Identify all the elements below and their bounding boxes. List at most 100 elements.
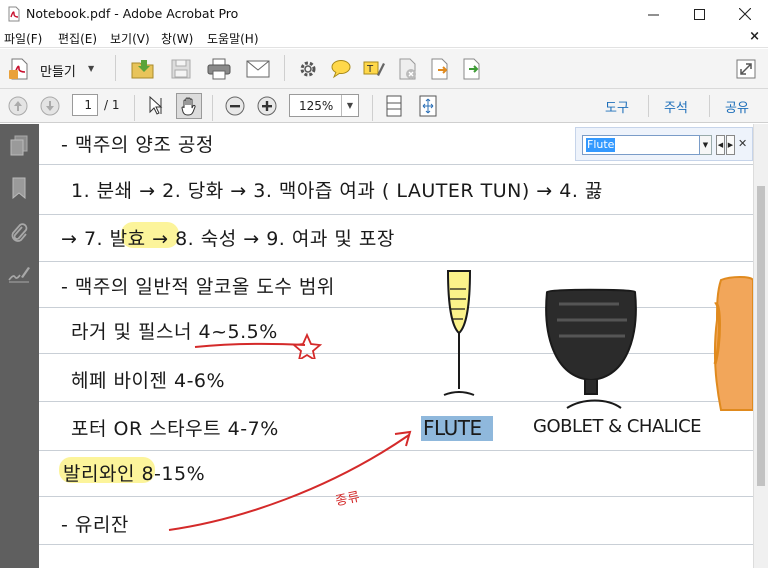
page-remove-icon bbox=[399, 58, 416, 80]
close-icon bbox=[739, 8, 751, 20]
signature-pen-icon bbox=[8, 267, 30, 283]
notebook-rule bbox=[39, 544, 753, 545]
zoom-level-select[interactable]: 125% ▼ bbox=[289, 94, 359, 117]
menu-view[interactable]: 보기(V) bbox=[110, 30, 150, 47]
cursor-arrow-icon bbox=[149, 96, 163, 115]
separator bbox=[134, 95, 135, 121]
left-navigation-pane bbox=[0, 124, 39, 568]
separator bbox=[372, 95, 373, 121]
fit-width-button[interactable] bbox=[382, 94, 406, 118]
next-page-button[interactable] bbox=[39, 95, 61, 117]
settings-button[interactable] bbox=[296, 57, 320, 81]
red-arrow-mark bbox=[168, 430, 412, 531]
note-line-4: - 맥주의 일반적 알코올 도수 범위 bbox=[61, 276, 335, 298]
find-input[interactable]: Flute bbox=[582, 135, 700, 155]
find-previous-button[interactable]: ◀ bbox=[716, 135, 725, 155]
tools-pane-button[interactable]: 도구 bbox=[605, 97, 629, 116]
separator bbox=[284, 55, 285, 81]
glass-label-goblet: GOBLET & CHALICE bbox=[533, 416, 702, 437]
envelope-icon bbox=[246, 60, 270, 78]
highlight-text-icon: T bbox=[363, 61, 385, 76]
note-line-9: - 유리잔 bbox=[61, 514, 129, 536]
printer-icon bbox=[207, 58, 231, 80]
fit-page-button[interactable] bbox=[416, 94, 440, 118]
save-button[interactable] bbox=[168, 56, 194, 82]
note-line-1: - 맥주의 양조 공정 bbox=[61, 134, 214, 156]
window-title: Notebook.pdf - Adobe Acrobat Pro bbox=[26, 6, 239, 21]
vertical-scrollbar[interactable] bbox=[753, 124, 768, 568]
note-line-6: 헤페 바이젠 4-6% bbox=[71, 370, 226, 392]
expand-icon bbox=[736, 59, 756, 79]
share-pane-button[interactable]: 공유 bbox=[725, 97, 749, 116]
svg-text:T: T bbox=[366, 64, 374, 75]
zoom-out-button[interactable] bbox=[224, 95, 246, 117]
select-tool-button[interactable] bbox=[144, 94, 168, 118]
scrollbar-thumb[interactable] bbox=[757, 186, 765, 486]
note-line-3: → 7. 발효 → 8. 숙성 → 9. 여과 및 포장 bbox=[61, 228, 395, 250]
page-total: / 1 bbox=[104, 98, 120, 112]
minimize-button[interactable] bbox=[630, 0, 676, 28]
redact-button[interactable] bbox=[396, 57, 420, 81]
chevron-down-icon[interactable]: ▼ bbox=[341, 95, 358, 116]
combine-files-button[interactable] bbox=[460, 57, 484, 81]
attachments-button[interactable] bbox=[7, 220, 31, 244]
main-toolbar: 만들기 ▼ T bbox=[0, 49, 768, 89]
email-button[interactable] bbox=[244, 56, 272, 82]
signatures-button[interactable] bbox=[7, 262, 31, 286]
find-options-dropdown[interactable]: ▼ bbox=[700, 135, 712, 155]
hand-tool-button[interactable] bbox=[176, 93, 202, 119]
arrow-up-circle-icon bbox=[8, 96, 28, 116]
create-label[interactable]: 만들기 bbox=[40, 61, 76, 80]
highlight-text-button[interactable]: T bbox=[362, 57, 386, 81]
goblet-glass-drawing bbox=[545, 288, 637, 409]
close-find-button[interactable]: ✕ bbox=[738, 137, 747, 150]
chalice-mug-drawing bbox=[713, 276, 753, 411]
page-number-input[interactable]: 1 bbox=[72, 94, 98, 116]
export-button[interactable] bbox=[428, 57, 452, 81]
find-next-button[interactable]: ▶ bbox=[726, 135, 735, 155]
find-query-text: Flute bbox=[586, 138, 616, 152]
red-underline-star-mark bbox=[194, 332, 323, 359]
bookmark-icon bbox=[12, 177, 26, 199]
arrow-down-circle-icon bbox=[40, 96, 60, 116]
zoom-in-button[interactable] bbox=[256, 95, 278, 117]
separator bbox=[648, 95, 649, 117]
separator bbox=[212, 95, 213, 121]
folder-open-icon bbox=[131, 60, 154, 79]
flute-glass-drawing bbox=[443, 270, 475, 396]
bookmarks-button[interactable] bbox=[7, 176, 31, 200]
fit-page-icon bbox=[419, 95, 437, 117]
open-button[interactable] bbox=[130, 56, 156, 82]
zoom-level-value: 125% bbox=[299, 99, 334, 113]
previous-page-button[interactable] bbox=[7, 95, 29, 117]
speech-bubble-icon bbox=[331, 60, 351, 79]
document-page: - 맥주의 양조 공정 1. 분쇄 → 2. 당화 → 3. 맥아즙 여과 ( … bbox=[39, 124, 753, 568]
glass-label-flute: FLUTE bbox=[423, 416, 482, 440]
page-thumbnails-button[interactable] bbox=[7, 134, 31, 158]
notebook-rule bbox=[39, 214, 753, 215]
close-window-button[interactable] bbox=[722, 0, 768, 28]
print-button[interactable] bbox=[205, 56, 233, 82]
close-document-button[interactable]: × bbox=[749, 29, 760, 44]
title-bar: Notebook.pdf - Adobe Acrobat Pro bbox=[0, 0, 768, 28]
comment-pane-button[interactable]: 주석 bbox=[664, 97, 688, 116]
fullscreen-button[interactable] bbox=[733, 57, 759, 81]
menu-edit[interactable]: 편집(E) bbox=[58, 30, 97, 47]
create-pdf-button[interactable] bbox=[6, 57, 34, 81]
separator bbox=[115, 55, 116, 81]
menu-file[interactable]: 파일(F) bbox=[4, 30, 42, 47]
menu-help[interactable]: 도움말(H) bbox=[207, 30, 259, 47]
menu-window[interactable]: 창(W) bbox=[161, 30, 193, 47]
navigation-toolbar: 1 / 1 125% ▼ 도구 주석 공유 bbox=[0, 89, 768, 123]
comment-button[interactable] bbox=[329, 57, 353, 81]
note-line-2: 1. 분쇄 → 2. 당화 → 3. 맥아즙 여과 ( LAUTER TUN) … bbox=[71, 180, 603, 202]
create-dropdown-icon[interactable]: ▼ bbox=[88, 64, 94, 73]
maximize-button[interactable] bbox=[676, 0, 722, 28]
separator bbox=[709, 95, 710, 117]
pages-icon bbox=[10, 135, 28, 156]
find-toolbar: Flute ▼ ◀ ▶ ✕ bbox=[575, 127, 753, 161]
page-export-icon bbox=[431, 58, 448, 80]
notebook-rule bbox=[39, 164, 753, 165]
plus-circle-icon bbox=[257, 96, 277, 116]
minimize-icon bbox=[647, 14, 659, 15]
